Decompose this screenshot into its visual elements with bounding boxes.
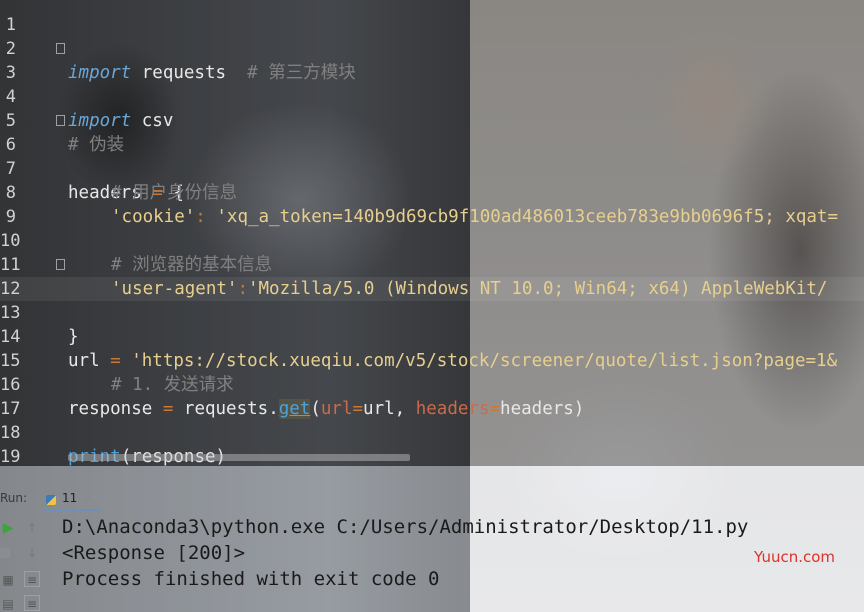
run-console-output[interactable]: D:\Anaconda3\python.exe C:/Users/Adminis… — [62, 514, 748, 592]
code-line-8: 8 'cookie': 'xq_a_token=140b9d69cb9f100a… — [0, 157, 864, 227]
fold-marker-icon[interactable] — [56, 43, 65, 54]
code-line-6: 6 headers = { — [0, 109, 864, 203]
run-label: Run: — [0, 491, 28, 505]
code-line-14: 14 url = 'https://stock.xueqiu.com/v5/st… — [0, 301, 864, 371]
code-line-11: 11 'user-agent':'Mozilla/5.0 (Windows NT… — [0, 229, 864, 299]
rerun-icon[interactable]: ▶ — [0, 520, 16, 536]
code-line-1: 1 — [0, 0, 864, 35]
console-line: <Response [200]> — [62, 542, 246, 564]
code-line-16: 16 response = requests.get(url=url, head… — [0, 375, 585, 419]
arrow-up-icon[interactable]: ↑ — [24, 520, 40, 536]
soft-wrap-icon[interactable]: ≡ — [24, 571, 40, 587]
tab-underline — [44, 509, 100, 511]
code-line-10: 10 # 浏览器的基本信息 — [0, 205, 864, 275]
code-line-12: 12 } — [0, 253, 864, 347]
code-line-3: 3 import csv — [0, 37, 864, 131]
arrow-down-icon[interactable]: ↓ — [24, 545, 40, 561]
code-line-5: 5 # 伪装 — [0, 85, 864, 155]
python-icon — [46, 495, 56, 505]
watermark: Yuucn.com — [754, 548, 836, 566]
layout-icon[interactable]: ▤ — [0, 596, 16, 612]
code-line-19: 19 — [0, 421, 864, 466]
code-editor[interactable]: 1 2 import requests # 第三方模块 3 import csv… — [0, 0, 864, 466]
fold-marker-icon[interactable] — [56, 115, 65, 126]
code-line-2: 2 import requests # 第三方模块 — [0, 13, 864, 83]
run-tab[interactable]: 11 × — [44, 488, 100, 512]
run-panel-header: Run: 11 × — [0, 488, 864, 512]
code-line-4: 4 — [0, 61, 864, 107]
console-line: D:\Anaconda3\python.exe C:/Users/Adminis… — [62, 516, 749, 538]
console-line: Process finished with exit code 0 — [62, 568, 440, 590]
code-line-9: 9 — [0, 181, 864, 227]
code-line-7: 7 # 用户身份信息 — [0, 133, 864, 203]
close-icon[interactable]: × — [84, 491, 93, 504]
pin-icon[interactable]: ▦ — [0, 572, 16, 588]
code-line-13: 13 — [0, 277, 864, 323]
code-line-15: 15 # 1. 发送请求 — [0, 325, 864, 395]
stop-icon[interactable] — [0, 548, 10, 558]
code-line-17: 17 — [0, 373, 864, 419]
run-tab-label: 11 — [62, 491, 78, 505]
code-line-18: 18 print(response) — [0, 397, 864, 466]
horizontal-scrollbar[interactable] — [68, 454, 410, 461]
fold-marker-icon[interactable] — [56, 259, 65, 270]
scroll-to-end-icon[interactable]: ≡ — [24, 595, 40, 611]
